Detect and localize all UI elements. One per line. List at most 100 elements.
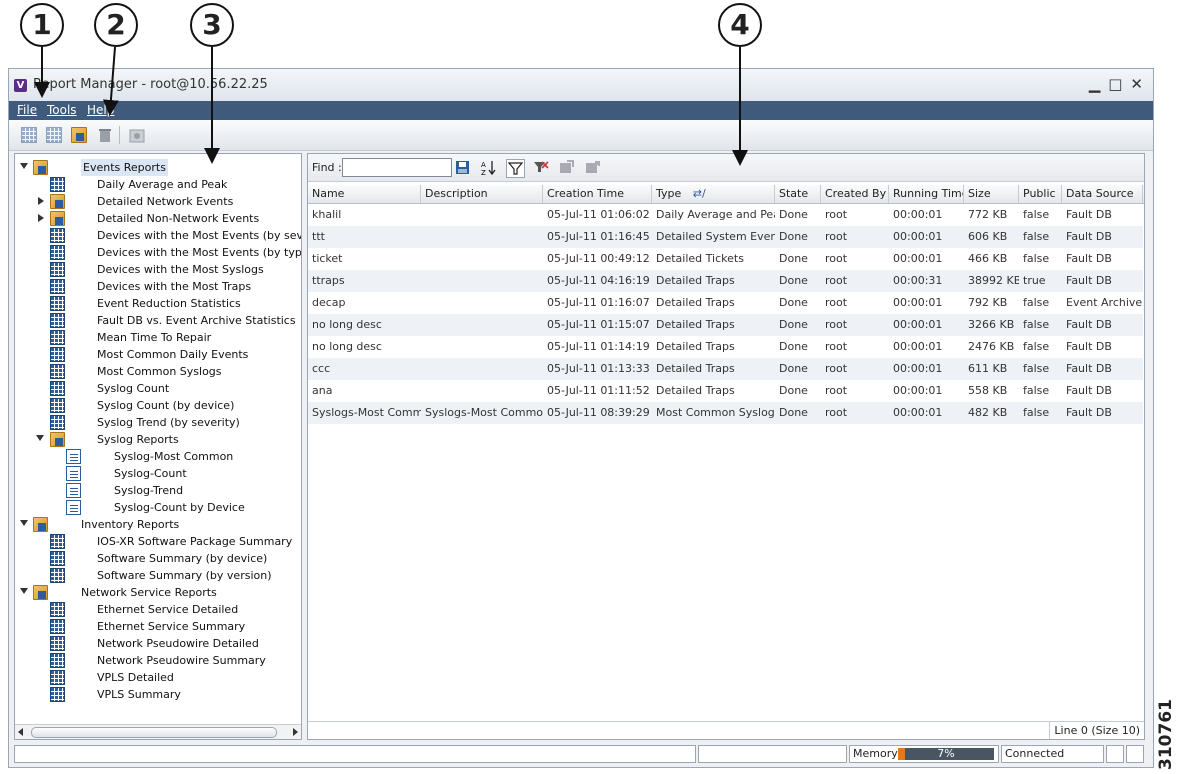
tree-item[interactable]: Daily Average and Peak bbox=[15, 176, 301, 193]
scroll-thumb[interactable] bbox=[31, 727, 277, 738]
tree-item[interactable]: Detailed Non-Network Events bbox=[15, 210, 301, 227]
new-report-icon[interactable] bbox=[21, 127, 37, 143]
callout-1: 1 bbox=[20, 3, 64, 47]
scroll-left-icon[interactable] bbox=[17, 728, 25, 736]
tree-item[interactable]: Syslog-Most Common bbox=[15, 448, 301, 465]
report-document-icon bbox=[66, 483, 81, 498]
table-cell: Daily Average and Peak bbox=[656, 208, 775, 221]
column-size[interactable]: Size bbox=[964, 185, 1019, 203]
table-row[interactable]: ccc 05-Jul-11 01:13:33 Detailed Traps Done r… bbox=[308, 358, 1143, 380]
table-row[interactable]: ttt 05-Jul-11 01:16:45 Detailed System Eve… bbox=[308, 226, 1143, 248]
new-folder-icon[interactable] bbox=[46, 127, 62, 143]
tree-item[interactable]: VPLS Summary bbox=[15, 686, 301, 703]
column-creation-time[interactable]: Creation Time bbox=[543, 185, 652, 203]
table-cell: khalil bbox=[312, 208, 342, 221]
tree-horizontal-scrollbar[interactable] bbox=[15, 724, 301, 739]
tree-item[interactable]: Ethernet Service Summary bbox=[15, 618, 301, 635]
find-input[interactable] bbox=[342, 158, 452, 177]
folder-icon bbox=[50, 211, 65, 226]
tree-item[interactable]: Devices with the Most Events (by severit… bbox=[15, 227, 301, 244]
tree-item-label: Syslog-Count bbox=[114, 467, 187, 480]
tree-item[interactable]: Syslog Trend (by severity) bbox=[15, 414, 301, 431]
tree-item-label: Syslog-Trend bbox=[114, 484, 184, 497]
table-cell: root bbox=[825, 406, 848, 419]
tree-item[interactable]: Network Pseudowire Summary bbox=[15, 652, 301, 669]
tree-item[interactable]: Most Common Daily Events bbox=[15, 346, 301, 363]
table-cell: Fault DB bbox=[1066, 208, 1112, 221]
save-list-icon[interactable] bbox=[454, 159, 471, 176]
maximize-icon[interactable]: □ bbox=[1108, 75, 1122, 93]
minimize-icon[interactable]: ▁ bbox=[1089, 75, 1101, 93]
tree-item[interactable]: Syslog-Count bbox=[15, 465, 301, 482]
table-cell: Fault DB bbox=[1066, 274, 1112, 287]
table-row[interactable]: ttraps 05-Jul-11 04:16:19 Detailed Traps Do… bbox=[308, 270, 1143, 292]
collapse-arrow-icon[interactable] bbox=[20, 520, 28, 526]
menu-file[interactable]: File bbox=[17, 103, 37, 117]
table-cell: Syslogs-Most Common bbox=[425, 406, 543, 419]
column-type[interactable]: Type ⇄/ bbox=[652, 185, 775, 203]
table-cell: Done bbox=[779, 252, 808, 265]
close-icon[interactable]: ✕ bbox=[1130, 75, 1143, 93]
schedule-icon[interactable] bbox=[129, 127, 145, 143]
table-cell: Fault DB bbox=[1066, 318, 1112, 331]
export-icon[interactable] bbox=[558, 159, 575, 176]
column-description[interactable]: Description bbox=[421, 185, 543, 203]
column-created-by[interactable]: Created By bbox=[821, 185, 889, 203]
tree-item[interactable]: Syslog Reports bbox=[15, 431, 301, 448]
column-running-time[interactable]: Running Time bbox=[889, 185, 964, 203]
collapse-arrow-icon[interactable] bbox=[36, 435, 44, 441]
tree-item[interactable]: Software Summary (by version) bbox=[15, 567, 301, 584]
tree-item[interactable]: Ethernet Service Detailed bbox=[15, 601, 301, 618]
filter-icon[interactable] bbox=[506, 159, 525, 178]
tree-item[interactable]: Detailed Network Events bbox=[15, 193, 301, 210]
collapse-arrow-icon[interactable] bbox=[20, 588, 28, 594]
table-row[interactable]: khalil 05-Jul-11 01:06:02 Daily Average an… bbox=[308, 204, 1143, 226]
table-row[interactable]: no long desc 05-Jul-11 01:14:19 Detailed T… bbox=[308, 336, 1143, 358]
clear-filter-icon[interactable] bbox=[532, 159, 549, 176]
delete-icon[interactable] bbox=[97, 127, 113, 143]
tree-item[interactable]: IOS-XR Software Package Summary bbox=[15, 533, 301, 550]
tree-item-label: Most Common Syslogs bbox=[97, 365, 222, 378]
tree-item[interactable]: Network Pseudowire Detailed bbox=[15, 635, 301, 652]
table-cell: ttraps bbox=[312, 274, 345, 287]
table-cell: Done bbox=[779, 274, 808, 287]
tree-item[interactable]: Fault DB vs. Event Archive Statistics bbox=[15, 312, 301, 329]
column-state[interactable]: State bbox=[775, 185, 821, 203]
tree-item[interactable]: Syslog Count (by device) bbox=[15, 397, 301, 414]
tree-item[interactable]: Network Service Reports bbox=[15, 584, 301, 601]
collapse-arrow-icon[interactable] bbox=[20, 163, 28, 169]
column-data-source[interactable]: Data Source bbox=[1062, 185, 1143, 203]
tree-item[interactable]: Syslog-Trend bbox=[15, 482, 301, 499]
table-cell: 38992 KB bbox=[968, 274, 1019, 287]
tree-item[interactable]: Mean Time To Repair bbox=[15, 329, 301, 346]
tree-item[interactable]: Syslog-Count by Device bbox=[15, 499, 301, 516]
tree-item[interactable]: Event Reduction Statistics bbox=[15, 295, 301, 312]
table-row[interactable]: decap 05-Jul-11 01:16:07 Detailed Traps Don… bbox=[308, 292, 1143, 314]
table-row[interactable]: ana 05-Jul-11 01:11:52 Detailed Traps Done r… bbox=[308, 380, 1143, 402]
folder-icon bbox=[33, 585, 48, 600]
tree-item[interactable]: Devices with the Most Traps bbox=[15, 278, 301, 295]
column-name[interactable]: Name bbox=[308, 185, 421, 203]
tree-item[interactable]: Inventory Reports bbox=[15, 516, 301, 533]
table-cell: Detailed Traps bbox=[656, 318, 735, 331]
tree-item[interactable]: Devices with the Most Syslogs bbox=[15, 261, 301, 278]
tree-item[interactable]: VPLS Detailed bbox=[15, 669, 301, 686]
table-row[interactable]: ticket 05-Jul-11 00:49:12 Detailed Tickets… bbox=[308, 248, 1143, 270]
expand-arrow-icon[interactable] bbox=[38, 214, 44, 222]
scroll-right-icon[interactable] bbox=[291, 728, 299, 736]
tree-item[interactable]: Events Reports bbox=[15, 159, 301, 176]
column-public[interactable]: Public bbox=[1019, 185, 1062, 203]
expand-arrow-icon[interactable] bbox=[38, 197, 44, 205]
menu-tools[interactable]: Tools bbox=[47, 103, 77, 117]
move-icon[interactable] bbox=[71, 127, 87, 143]
tree-item[interactable]: Most Common Syslogs bbox=[15, 363, 301, 380]
sort-az-icon[interactable]: AZ bbox=[480, 159, 497, 176]
report-grid-icon bbox=[50, 279, 65, 294]
table-row[interactable]: Syslogs-Most Common Syslogs-Most Common 05… bbox=[308, 402, 1143, 424]
import-icon[interactable] bbox=[584, 159, 601, 176]
tree-item[interactable]: Devices with the Most Events (by type) bbox=[15, 244, 301, 261]
tree-item[interactable]: Syslog Count bbox=[15, 380, 301, 397]
table-row[interactable]: no long desc 05-Jul-11 01:15:07 Detailed T… bbox=[308, 314, 1143, 336]
tree-item[interactable]: Software Summary (by device) bbox=[15, 550, 301, 567]
menu-help[interactable]: Help bbox=[87, 103, 114, 117]
